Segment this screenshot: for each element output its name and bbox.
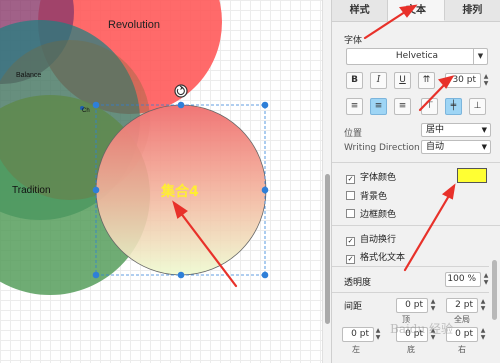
label-ch: Ch <box>82 108 90 114</box>
writing-direction-label: Writing Direction <box>344 143 420 153</box>
background-color-row[interactable]: 背景色 <box>346 189 387 202</box>
spacing-left-field[interactable]: 0 pt <box>342 327 374 342</box>
tab-text[interactable]: 文本 <box>388 0 445 21</box>
writing-direction-select[interactable]: 自动 ▼ <box>421 140 491 154</box>
writing-direction-value: 自动 <box>426 142 445 152</box>
align-right-icon: ≡ <box>398 101 407 111</box>
valign-middle-button[interactable]: ╪ <box>445 98 462 115</box>
align-left-icon: ≡ <box>350 101 359 111</box>
border-color-label: 边框颜色 <box>360 210 397 220</box>
font-color-swatch[interactable] <box>457 168 487 183</box>
align-center-button[interactable]: ≡ <box>370 98 387 115</box>
vertical-text-button[interactable]: ⇈ <box>418 72 435 89</box>
chevron-down-icon: ▼ <box>481 143 487 151</box>
tab-style[interactable]: 样式 <box>332 0 389 21</box>
opacity-field[interactable]: 100 % <box>445 272 481 287</box>
opacity-label: 透明度 <box>344 278 372 288</box>
valign-top-button[interactable]: ⊤ <box>421 98 438 115</box>
border-color-row[interactable]: 边框颜色 <box>346 207 396 220</box>
font-size-field[interactable]: 30 pt <box>445 73 481 88</box>
valign-bottom-button[interactable]: ⊥ <box>469 98 486 115</box>
valign-bottom-icon: ⊥ <box>473 101 482 111</box>
label-balance: Balance <box>16 72 41 79</box>
diagram-canvas[interactable]: Revolution Balance Ch Tradition 集合4 <box>0 0 322 363</box>
spacing-global-field[interactable]: 2 pt <box>446 298 478 313</box>
chevron-down-icon: ▼ <box>481 126 487 134</box>
spacing-label: 间距 <box>344 302 363 312</box>
underline-button[interactable]: U <box>394 72 411 89</box>
font-family-value: Helvetica <box>395 51 439 61</box>
spacing-left-caption: 左 <box>352 345 360 354</box>
background-color-checkbox[interactable] <box>346 191 355 200</box>
align-right-button[interactable]: ≡ <box>394 98 411 115</box>
canvas-vertical-scrollbar[interactable] <box>322 0 331 363</box>
font-section-label: 字体 <box>344 36 363 46</box>
spacing-global-stepper[interactable]: ▲ ▼ <box>479 298 487 313</box>
border-color-checkbox[interactable] <box>346 209 355 218</box>
spacing-top-field[interactable]: 0 pt <box>396 298 428 313</box>
label-revolution: Revolution <box>108 19 160 31</box>
font-color-row[interactable]: ✓ 字体颜色 <box>346 170 396 184</box>
watermark: Baidu 经验 <box>390 322 454 336</box>
formatted-text-checkbox[interactable]: ✓ <box>346 255 355 264</box>
font-color-label: 字体颜色 <box>360 173 397 183</box>
font-color-checkbox[interactable]: ✓ <box>346 175 355 184</box>
divider <box>332 266 500 267</box>
divider <box>332 225 500 226</box>
spacing-top-stepper[interactable]: ▲ ▼ <box>429 298 437 313</box>
tab-arrange[interactable]: 排列 <box>445 0 500 21</box>
background-color-label: 背景色 <box>360 192 388 202</box>
align-left-button[interactable]: ≡ <box>346 98 363 115</box>
position-label: 位置 <box>344 129 363 139</box>
format-panel: 样式 文本 排列 字体 Helvetica ▼ B I U ⇈ 30 pt ▲ ▼… <box>331 0 500 363</box>
bold-button[interactable]: B <box>346 72 363 89</box>
formatted-text-label: 格式化文本 <box>360 253 406 263</box>
position-select[interactable]: 居中 ▼ <box>421 123 491 137</box>
divider <box>332 292 500 293</box>
valign-middle-icon: ╪ <box>450 101 457 111</box>
label-collection-4: 集合4 <box>160 183 199 200</box>
font-size-stepper[interactable]: ▲ ▼ <box>482 73 490 88</box>
chevron-down-icon: ▼ <box>473 49 487 64</box>
divider <box>332 162 500 163</box>
spacing-left-stepper[interactable]: ▲ ▼ <box>374 327 382 342</box>
italic-button[interactable]: I <box>370 72 387 89</box>
auto-wrap-checkbox[interactable]: ✓ <box>346 237 355 246</box>
venn-diagram: Revolution Balance Ch Tradition 集合4 <box>0 0 269 295</box>
auto-wrap-label: 自动换行 <box>360 235 397 245</box>
auto-wrap-row[interactable]: ✓ 自动换行 <box>346 232 396 246</box>
valign-top-icon: ⊤ <box>425 101 434 111</box>
panel-vertical-scrollbar[interactable] <box>489 260 500 363</box>
font-family-select[interactable]: Helvetica ▼ <box>346 48 488 65</box>
formatted-text-row[interactable]: ✓ 格式化文本 <box>346 250 405 264</box>
position-value: 居中 <box>426 125 445 135</box>
label-tradition: Tradition <box>12 185 51 196</box>
rotate-handle-icon[interactable] <box>174 84 188 98</box>
panel-tabs: 样式 文本 排列 <box>332 0 500 22</box>
align-center-icon: ≡ <box>374 101 383 111</box>
